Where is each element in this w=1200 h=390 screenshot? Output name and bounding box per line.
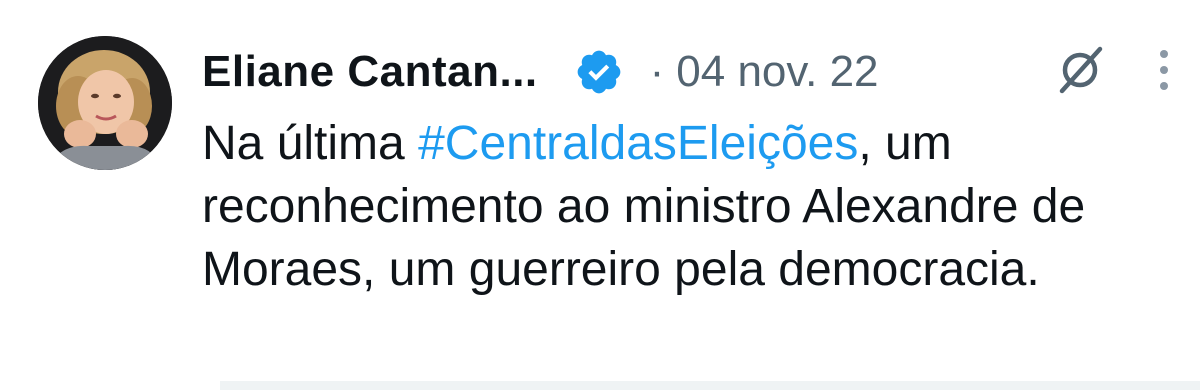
verified-badge-icon [574, 47, 624, 97]
display-name[interactable]: Eliane Cantan... [202, 47, 538, 97]
tweet-text: Na última #CentraldasEleições, um reconh… [202, 112, 1162, 301]
tweet-card[interactable]: Eliane Cantan... · 04 nov. 22 Na última … [0, 0, 1200, 390]
avatar[interactable] [38, 36, 172, 170]
tweet-header: Eliane Cantan... · 04 nov. 22 [202, 40, 879, 104]
hashtag-link[interactable]: #CentraldasEleições [418, 117, 858, 170]
tweet-date[interactable]: 04 nov. 22 [676, 47, 878, 97]
grok-icon[interactable] [1056, 44, 1106, 94]
tweet-text-before: Na última [202, 117, 419, 170]
more-options-icon[interactable] [1152, 48, 1176, 92]
separator-dot: · [649, 47, 665, 96]
divider [220, 381, 1200, 390]
